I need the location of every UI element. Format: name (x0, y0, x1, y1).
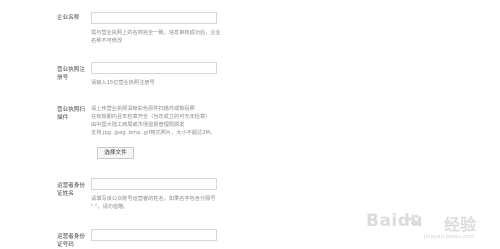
operator-id-input[interactable] (91, 229, 217, 241)
watermark-text: 经验 (444, 215, 477, 234)
company-name-input[interactable] (91, 12, 217, 24)
license-no-label-line-1: 营业执照注 (57, 67, 85, 73)
company-name-label: 企业名称 (57, 15, 80, 21)
license-scan-hint-line-2: 在有效期内且年检章齐全（当年成立的可无年检章） (91, 114, 211, 120)
operator-name-label-line-1: 运营者身份 (57, 183, 85, 189)
company-name-hint-line-1: 需与营业执照上的名称完全一致，信息审核成功后，企业 (91, 30, 221, 36)
license-scan-hint-line-4: 支持.jpg .jpeg .bmp .gif格式照片，大小不超过2M。 (91, 130, 216, 136)
license-scan-hint-line-3: 由中国大陆工商局或市场监督管理局颁发 (91, 122, 185, 128)
choose-file-button[interactable]: 选择文件 (97, 147, 134, 159)
operator-id-label-line-1: 运营者身份 (57, 234, 85, 240)
license-no-hint: 请输入15位营业执照注册号 (91, 80, 155, 86)
operator-name-input[interactable] (91, 178, 217, 190)
operator-name-label-line-2: 证姓名 (57, 191, 74, 197)
operator-name-hint-line-2: "·"，请勿省略。 (91, 204, 129, 210)
license-scan-hint-line-1: 请上传营业执照清晰彩色原件扫描件或数码照 (91, 106, 195, 112)
license-scan-label-line-1: 营业执照扫 (57, 107, 85, 113)
license-no-label-line-2: 册号 (57, 75, 69, 81)
company-name-hint-line-2: 名称不可修改 (91, 38, 123, 44)
watermark-url: jingyan.baidu.com (424, 234, 475, 240)
license-scan-label-line-2: 描件 (57, 115, 69, 121)
operator-name-hint-line-1: 请填写该公众账号运营者的姓名，如果名字包含分隔号 (91, 196, 216, 202)
paw-icon (407, 213, 422, 232)
baidu-jingyan-watermark: Baidu 经验 jingyan.baidu.com (364, 207, 494, 247)
license-no-input[interactable] (91, 62, 217, 74)
